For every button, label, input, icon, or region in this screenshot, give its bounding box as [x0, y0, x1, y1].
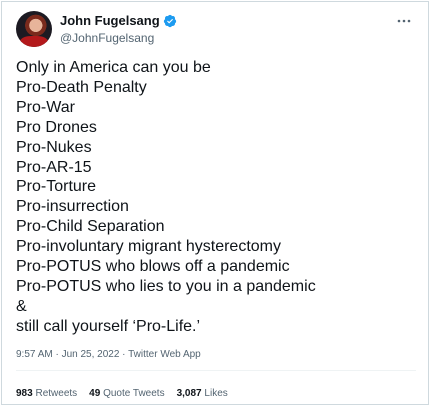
- quote-tweets-count: 49: [89, 388, 101, 399]
- author-block: John Fugelsang @JohnFugelsang: [60, 12, 177, 45]
- tweet-line: Pro-Child Separation: [16, 218, 165, 236]
- tweet-line: Pro-POTUS who blows off a pandemic: [16, 258, 290, 276]
- name-row: John Fugelsang: [60, 12, 177, 29]
- tweet-line: Pro-POTUS who lies to you in a pandemic: [16, 277, 316, 295]
- tweet-line: still call yourself ‘Pro-Life.’: [16, 317, 201, 335]
- likes-label: Likes: [204, 388, 228, 399]
- quote-tweets-stat[interactable]: 49 Quote Tweets: [89, 388, 164, 399]
- tweet-timestamp[interactable]: 9:57 AM · Jun 25, 2022 · Twitter Web App: [16, 349, 201, 360]
- likes-count: 3,087: [176, 388, 202, 399]
- tweet-text: Only in America can you be Pro-Death Pen…: [16, 58, 416, 337]
- tweet-line: Pro-involuntary migrant hysterectomy: [16, 238, 281, 256]
- tweet-header: John Fugelsang @JohnFugelsang: [16, 11, 416, 47]
- tweet-line: &: [16, 297, 27, 315]
- avatar[interactable]: [16, 11, 52, 47]
- tweet-line: Pro Drones: [16, 118, 97, 136]
- more-horizontal-icon[interactable]: [394, 13, 414, 27]
- author-handle[interactable]: @JohnFugelsang: [60, 31, 177, 45]
- tweet-line: Pro-insurrection: [16, 198, 129, 216]
- likes-stat[interactable]: 3,087 Likes: [177, 388, 228, 399]
- tweet-stats: 983 Retweets 49 Quote Tweets 3,087 Likes: [16, 388, 228, 399]
- retweets-label: Retweets: [35, 388, 78, 399]
- tweet-line: Pro-War: [16, 98, 75, 116]
- tweet-line: Pro-AR-15: [16, 158, 92, 176]
- retweets-stat[interactable]: 983 Retweets: [16, 388, 77, 399]
- tweet-line: Pro-Nukes: [16, 138, 92, 156]
- quote-tweets-label: Quote Tweets: [103, 388, 165, 399]
- display-name[interactable]: John Fugelsang: [60, 13, 160, 28]
- retweets-count: 983: [16, 388, 33, 399]
- verified-badge-icon: [163, 14, 177, 28]
- tweet-card: John Fugelsang @JohnFugelsang Only in Am…: [1, 1, 429, 405]
- tweet-line: Pro-Torture: [16, 178, 97, 196]
- tweet-line: Only in America can you be: [16, 59, 211, 76]
- divider: [16, 370, 416, 371]
- tweet-line: Pro-Death Penalty: [16, 78, 147, 96]
